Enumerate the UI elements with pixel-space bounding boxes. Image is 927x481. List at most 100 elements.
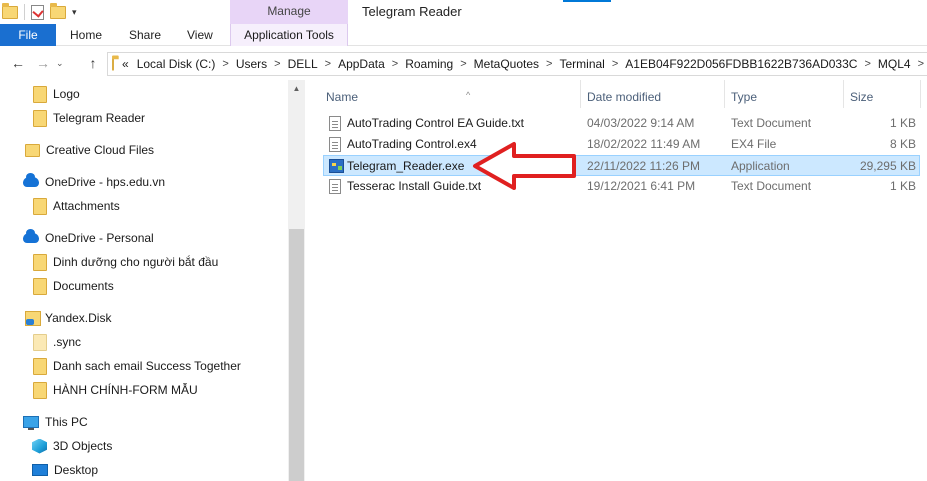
window-title: Telegram Reader xyxy=(362,4,462,19)
nav-item-label: Dinh dưỡng cho người bắt đầu xyxy=(53,255,219,269)
breadcrumb-appdata[interactable]: AppData xyxy=(338,57,385,71)
nav-item-hanh-chinh[interactable]: HÀNH CHÍNH-FORM MẪU xyxy=(33,379,198,401)
nav-item-documents[interactable]: Documents xyxy=(33,275,114,297)
divider xyxy=(24,4,25,20)
up-arrow-icon[interactable]: ↑ xyxy=(84,54,102,72)
nav-item-label: Documents xyxy=(53,279,114,293)
breadcrumb-terminal-id[interactable]: A1EB04F922D056FDBB1622B736AD033C xyxy=(625,57,857,71)
nav-item-label: Danh sach email Success Together xyxy=(53,359,241,373)
text-file-icon xyxy=(329,116,341,131)
breadcrumb-separator-icon[interactable]: > xyxy=(325,58,331,70)
column-header-name[interactable]: Name ^ xyxy=(326,85,470,109)
nav-item-sync[interactable]: .sync xyxy=(33,331,81,353)
breadcrumb-dell[interactable]: DELL xyxy=(288,57,318,71)
tab-home[interactable]: Home xyxy=(70,24,102,46)
tab-view[interactable]: View xyxy=(187,24,213,46)
new-folder-icon[interactable] xyxy=(50,2,66,19)
nav-item-label: Attachments xyxy=(53,199,120,213)
address-row: ← → ⌄ ↑ « Local Disk (C:) > Users > DELL… xyxy=(0,48,927,80)
file-row-selected[interactable]: Telegram_Reader.exe 22/11/2022 11:26 PM … xyxy=(323,155,920,176)
file-name: AutoTrading Control.ex4 xyxy=(347,137,477,151)
creative-cloud-folder-icon xyxy=(25,143,40,157)
customize-toolbar-icon[interactable]: ▾ xyxy=(72,7,77,18)
folder-icon xyxy=(33,197,47,215)
column-header-type[interactable]: Type xyxy=(731,85,757,109)
file-size: 8 KB xyxy=(889,137,916,151)
breadcrumb-separator-icon[interactable]: > xyxy=(460,58,466,70)
breadcrumb-mql4[interactable]: MQL4 xyxy=(878,57,911,71)
folder-icon xyxy=(33,277,47,295)
nav-item-creative-cloud[interactable]: Creative Cloud Files xyxy=(25,139,154,161)
file-row[interactable]: AutoTrading Control.ex4 18/02/2022 11:49… xyxy=(323,134,920,155)
nav-item-attachments[interactable]: Attachments xyxy=(33,195,120,217)
column-header-date[interactable]: Date modified xyxy=(587,85,661,109)
file-date: 18/02/2022 11:49 AM xyxy=(587,137,701,151)
file-type: Application xyxy=(731,159,790,173)
tab-file[interactable]: File xyxy=(0,24,56,46)
nav-item-telegram-reader[interactable]: Telegram Reader xyxy=(33,107,145,129)
nav-item-label: Desktop xyxy=(54,463,99,477)
desktop-icon xyxy=(32,464,48,476)
forward-arrow-icon[interactable]: → xyxy=(34,54,52,72)
folder-icon xyxy=(33,381,47,399)
column-divider[interactable] xyxy=(580,80,581,108)
nav-item-label: 3D Objects xyxy=(53,439,113,453)
nav-item-dinh-duong[interactable]: Dinh dưỡng cho người bắt đầu xyxy=(33,251,218,273)
breadcrumb-separator-icon[interactable]: > xyxy=(918,58,924,70)
nav-item-label: OneDrive - Personal xyxy=(45,231,154,245)
column-divider[interactable] xyxy=(724,80,725,108)
file-row[interactable]: AutoTrading Control EA Guide.txt 04/03/2… xyxy=(323,113,920,134)
ribbon-tabs: File Home Share View Application Tools xyxy=(0,24,927,46)
nav-item-logo[interactable]: Logo xyxy=(33,83,80,105)
breadcrumb-separator-icon[interactable]: > xyxy=(864,58,870,70)
back-arrow-icon[interactable]: ← xyxy=(9,54,27,72)
breadcrumb-separator-icon[interactable]: > xyxy=(222,58,228,70)
folder-icon xyxy=(33,333,47,351)
application-icon xyxy=(329,159,344,173)
text-file-icon xyxy=(329,179,341,194)
quick-access-toolbar: ▾ xyxy=(2,2,77,21)
breadcrumb-users[interactable]: Users xyxy=(236,57,267,71)
address-bar[interactable]: « Local Disk (C:) > Users > DELL > AppDa… xyxy=(107,52,927,76)
file-name: AutoTrading Control EA Guide.txt xyxy=(347,116,524,130)
breadcrumb-roaming[interactable]: Roaming xyxy=(405,57,453,71)
column-divider[interactable] xyxy=(843,80,844,108)
nav-item-desktop[interactable]: Desktop xyxy=(32,459,98,481)
file-type: EX4 File xyxy=(731,137,777,151)
breadcrumb-metaquotes[interactable]: MetaQuotes xyxy=(474,57,539,71)
breadcrumb-separator-icon[interactable]: > xyxy=(612,58,618,70)
breadcrumb-terminal[interactable]: Terminal xyxy=(559,57,604,71)
nav-item-label: Telegram Reader xyxy=(53,111,146,125)
nav-item-yandex-disk[interactable]: Yandex.Disk xyxy=(25,307,111,329)
nav-item-3d-objects[interactable]: 3D Objects xyxy=(32,435,112,457)
breadcrumb-separator-icon[interactable]: > xyxy=(274,58,280,70)
recent-locations-chevron-icon[interactable]: ⌄ xyxy=(56,54,64,72)
breadcrumb-local-disk[interactable]: Local Disk (C:) xyxy=(137,57,216,71)
nav-item-onedrive-hps[interactable]: OneDrive - hps.edu.vn xyxy=(23,171,165,193)
nav-item-onedrive-personal[interactable]: OneDrive - Personal xyxy=(23,227,154,249)
tab-share[interactable]: Share xyxy=(129,24,161,46)
scroll-up-arrow-icon[interactable]: ▲ xyxy=(288,82,305,96)
scrollbar-thumb[interactable] xyxy=(289,229,304,481)
nav-item-this-pc[interactable]: This PC xyxy=(23,411,88,433)
file-date: 19/12/2021 6:41 PM xyxy=(587,179,696,193)
breadcrumb-separator-icon[interactable]: > xyxy=(392,58,398,70)
title-bar: ▾ Manage Telegram Reader xyxy=(0,0,927,24)
column-divider[interactable] xyxy=(920,80,921,108)
sort-ascending-icon: ^ xyxy=(466,90,471,100)
folder-icon xyxy=(33,85,47,103)
manage-tab[interactable]: Manage xyxy=(230,0,348,24)
nav-item-label: .sync xyxy=(53,335,82,349)
file-name: Telegram_Reader.exe xyxy=(347,159,465,173)
breadcrumb-overflow[interactable]: « xyxy=(122,57,129,71)
file-row[interactable]: Tesserac Install Guide.txt 19/12/2021 6:… xyxy=(323,176,920,197)
nav-item-danh-sach-email[interactable]: Danh sach email Success Together xyxy=(33,355,241,377)
column-header-size[interactable]: Size xyxy=(850,85,873,109)
folder-icon xyxy=(33,109,47,127)
properties-icon[interactable] xyxy=(31,4,44,20)
folder-icon xyxy=(112,54,119,71)
breadcrumb-separator-icon[interactable]: > xyxy=(546,58,552,70)
tab-application-tools[interactable]: Application Tools xyxy=(230,24,348,46)
navigation-scrollbar[interactable]: ▲ xyxy=(288,80,305,481)
nav-item-label: Yandex.Disk xyxy=(45,311,112,325)
